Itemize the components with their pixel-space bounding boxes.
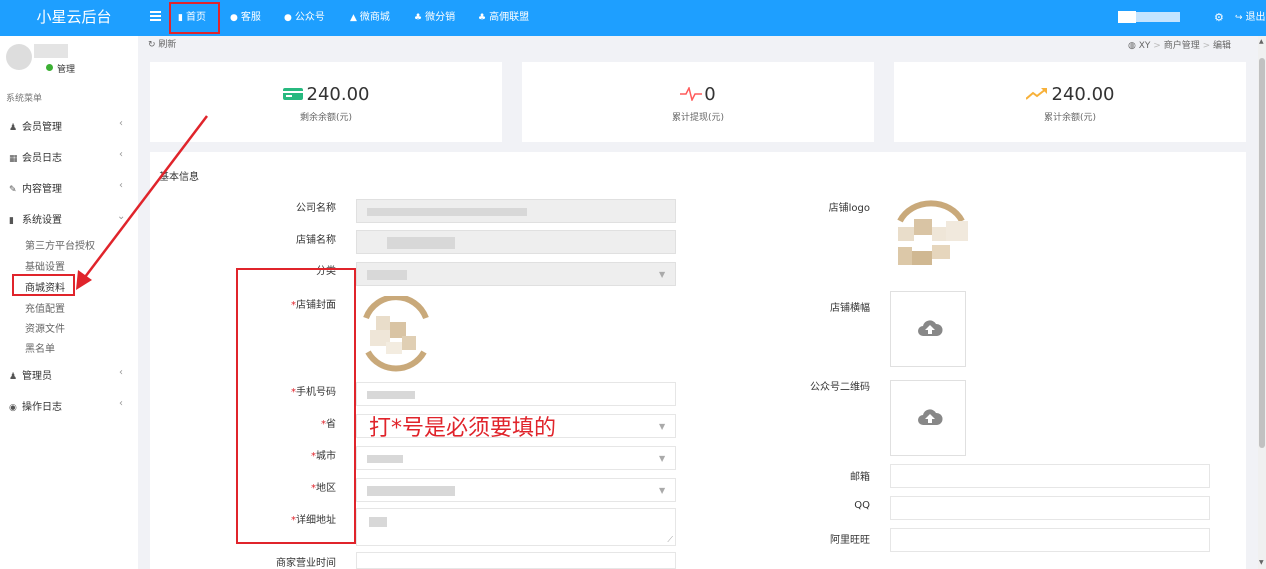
stat-label: 累计提现(元) (671, 113, 725, 123)
log-icon: ◉ (9, 403, 17, 413)
nav-weishangcheng-label: 微商城 (359, 12, 390, 23)
globe-icon: ◍ (1128, 41, 1136, 51)
breadcrumb-separator: > (1202, 41, 1211, 51)
stat-value-row: 240.00 (894, 84, 1246, 105)
sidebar-item-label: 管理员 (22, 371, 52, 382)
blurred-value (367, 270, 407, 280)
user-avatar-blurred (1118, 11, 1136, 23)
company-name-field[interactable] (356, 199, 676, 223)
qq-field[interactable] (890, 496, 1210, 520)
shop-cover-image[interactable] (356, 294, 434, 372)
annotation-arrow (76, 115, 208, 290)
resize-handle-icon[interactable]: ⟋ (667, 535, 673, 545)
district-select[interactable]: ▼ (356, 478, 676, 502)
blurred-value (367, 391, 415, 399)
phone-field[interactable] (356, 382, 676, 406)
label-shop-logo: 店铺logo (828, 203, 870, 214)
nav-weifenxiao-label: 微分销 (425, 12, 456, 23)
nav-gongzhonghao-label: 公众号 (294, 12, 325, 23)
stat-value-row: 0 (522, 84, 874, 105)
caret-down-icon: ▼ (659, 422, 666, 431)
nav-weifenxiao[interactable]: ♣ 微分销 (414, 0, 455, 36)
nav-weishangcheng[interactable]: ▲ 微商城 (350, 0, 390, 36)
sidebar-item-label: 操作日志 (22, 402, 62, 413)
settings-icon[interactable]: ⚙ (1214, 0, 1224, 36)
label-aliwangwang: 阿里旺旺 (830, 535, 870, 546)
stat-card-total: 240.00 累计余额(元) (894, 62, 1246, 142)
shop-logo-image[interactable] (890, 199, 972, 277)
scrollbar-thumb[interactable] (1259, 58, 1265, 448)
shop-logo-thumbnail (897, 200, 968, 265)
caret-down-icon: ▼ (659, 486, 666, 495)
breadcrumb: ◍ XY > 商户管理 > 编辑 (1128, 38, 1231, 51)
breadcrumb-separator: > (1153, 41, 1161, 51)
label-qrcode: 公众号二维码 (810, 382, 870, 393)
qrcode-upload[interactable] (890, 380, 966, 456)
sidebar-item-operation-log[interactable]: ◉ 操作日志 (9, 398, 62, 413)
chevron-left-icon: ‹ (119, 367, 123, 378)
blurred-value (367, 486, 455, 496)
shop-banner-upload[interactable] (890, 291, 966, 367)
chevron-left-icon: ‹ (119, 398, 123, 409)
aliwangwang-field[interactable] (890, 528, 1210, 552)
submenu-blacklist[interactable]: 黑名单 (25, 340, 55, 355)
nav-gaoyong[interactable]: ♣ 高佣联盟 (478, 0, 529, 36)
caret-down-icon: ▼ (659, 270, 666, 279)
sitemap-icon: ♣ (478, 13, 487, 23)
label-qq: QQ (854, 500, 870, 511)
stat-value: 0 (704, 84, 716, 105)
email-field[interactable] (890, 464, 1210, 488)
sitemap-icon: ♣ (414, 13, 423, 23)
pulse-icon (680, 85, 703, 103)
breadcrumb-item[interactable]: 商户管理 (1164, 41, 1200, 51)
blurred-value (367, 208, 527, 216)
label-email: 邮箱 (850, 472, 870, 483)
annotation-text: 打*号是必须要填的 (369, 416, 557, 441)
shop-name-field[interactable] (356, 230, 676, 254)
shop-icon: ▲ (350, 13, 357, 23)
scroll-up-icon[interactable]: ▲ (1259, 38, 1264, 45)
label-shop-banner: 店铺横幅 (830, 303, 870, 314)
admin-icon: ♟ (9, 372, 18, 382)
stat-card-withdraw: 0 累计提现(元) (522, 62, 874, 142)
scroll-down-icon[interactable]: ▼ (1259, 559, 1264, 566)
nav-gaoyong-label: 高佣联盟 (489, 12, 530, 23)
chat-icon: ● (284, 13, 292, 23)
label-business-hours: 商家营业时间 (276, 558, 336, 569)
submenu-resource-files[interactable]: 资源文件 (25, 320, 65, 335)
sidebar-item-admin[interactable]: ♟ 管理员 (9, 367, 52, 382)
upload-cloud-icon (918, 320, 943, 336)
stat-value: 240.00 (306, 84, 370, 105)
blurred-value (387, 237, 455, 249)
upload-cloud-icon (918, 409, 943, 425)
logout-label: 退出 (1245, 12, 1266, 23)
blurred-value (367, 455, 403, 463)
breadcrumb-item: 编辑 (1213, 41, 1232, 51)
stat-value: 240.00 (1051, 84, 1115, 105)
stat-label: 累计余额(元) (1043, 113, 1097, 123)
trend-up-icon (1024, 88, 1047, 100)
address-textarea[interactable]: ⟋ (356, 508, 676, 546)
breadcrumb-item[interactable]: XY (1139, 41, 1151, 51)
nav-gongzhonghao[interactable]: ● 公众号 (284, 0, 325, 36)
shop-cover-thumbnail (363, 294, 429, 372)
logout-button[interactable]: ↪ 退出 (1235, 0, 1266, 36)
business-hours-field[interactable] (356, 552, 676, 569)
blurred-value (369, 517, 387, 527)
logout-icon: ↪ (1235, 13, 1243, 23)
caret-down-icon: ▼ (659, 454, 666, 463)
card-icon (282, 88, 303, 100)
city-select[interactable]: ▼ (356, 446, 676, 470)
category-select[interactable]: ▼ (356, 262, 676, 286)
